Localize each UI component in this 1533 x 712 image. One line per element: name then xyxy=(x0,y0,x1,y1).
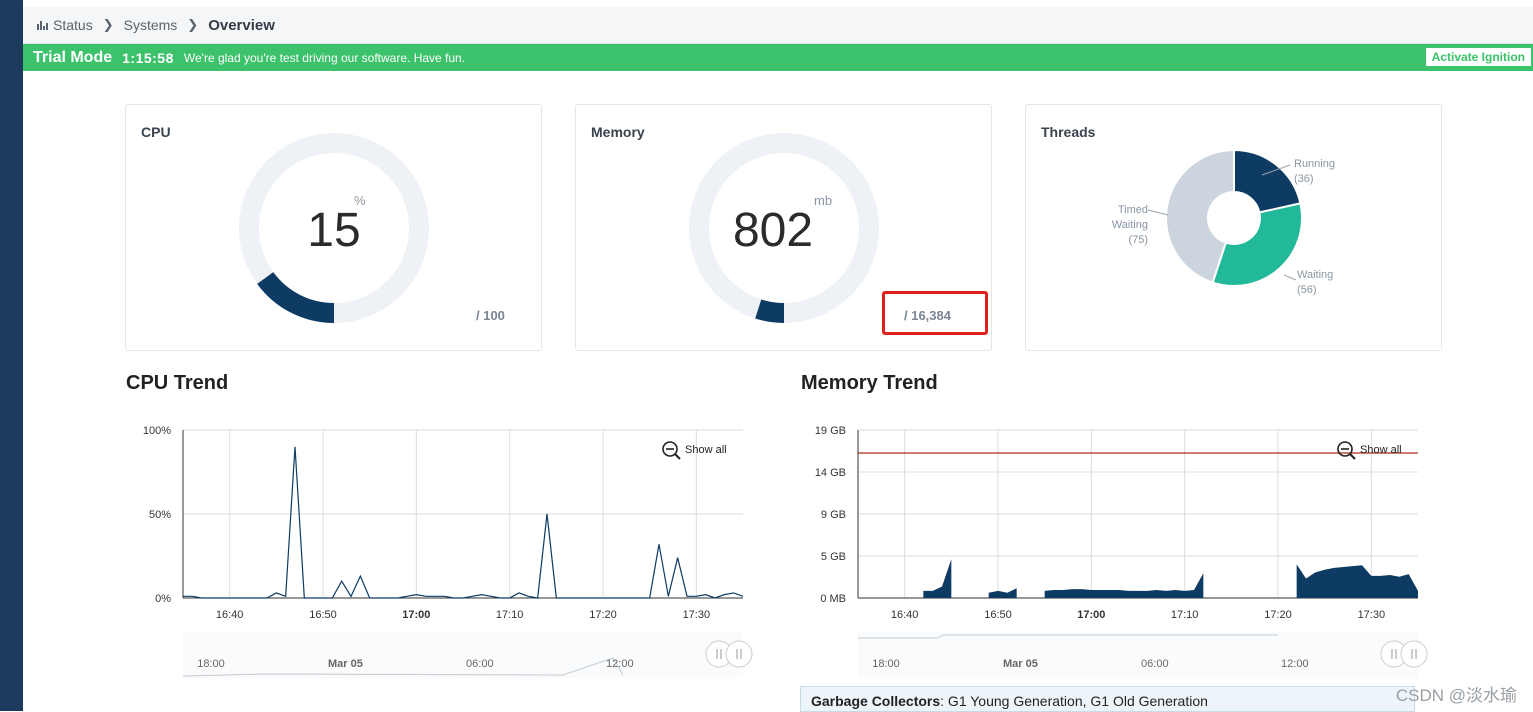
show-all-label: Show all xyxy=(685,444,727,456)
cpu-gauge-arc xyxy=(257,271,335,323)
memory-area-segment xyxy=(988,588,1017,598)
x-tick-label: 17:00 xyxy=(1077,609,1105,621)
x-tick-label: 16:50 xyxy=(984,609,1012,621)
threads-card: Threads Running (36) Waiting (56) Timed … xyxy=(1025,104,1442,351)
chevron-right-icon: ❯ xyxy=(187,17,199,32)
top-gap xyxy=(23,0,1533,7)
trial-message: We're glad you're test driving our softw… xyxy=(183,50,466,65)
memory-value: 802 xyxy=(732,204,814,257)
cpu-card: CPU 15 % / 100 xyxy=(125,104,542,351)
navigator-right-handle[interactable] xyxy=(725,640,753,668)
status-chart-icon xyxy=(37,20,48,30)
x-tick-label: 17:20 xyxy=(1264,609,1292,621)
memory-unit: mb xyxy=(814,193,833,208)
navigator-right-handle[interactable] xyxy=(1400,640,1428,668)
y-tick-label: 0% xyxy=(155,593,171,605)
y-tick-label: 5 GB xyxy=(821,551,846,563)
navigator-tick-label: 06:00 xyxy=(466,658,494,670)
threads-donut: Running (36) Waiting (56) Timed Waiting … xyxy=(1112,148,1335,296)
x-tick-label: 17:00 xyxy=(402,609,430,621)
memory-trend-title: Memory Trend xyxy=(801,372,938,394)
highlight-box xyxy=(882,291,988,335)
y-tick-label: 19 GB xyxy=(815,425,846,437)
navigator-tick-label: Mar 05 xyxy=(1003,658,1038,670)
gc-value: : G1 Young Generation, G1 Old Generation xyxy=(940,693,1208,709)
y-tick-label: 9 GB xyxy=(821,509,846,521)
chevron-right-icon: ❯ xyxy=(102,17,114,32)
cpu-value: 15 xyxy=(307,204,361,257)
gc-label: Garbage Collectors xyxy=(811,693,941,709)
x-tick-label: 17:10 xyxy=(496,609,524,621)
y-tick-label: 100% xyxy=(143,425,171,437)
pie-count-timed-waiting: (75) xyxy=(1128,234,1148,246)
cpu-max: / 100 xyxy=(476,308,505,323)
pie-slice-running xyxy=(1233,148,1302,214)
x-tick-label: 16:40 xyxy=(891,609,919,621)
memory-area-segment xyxy=(1044,573,1204,598)
navigator-tick-label: 12:00 xyxy=(1281,658,1309,670)
cpu-trend-title: CPU Trend xyxy=(126,372,229,394)
trial-mode-label: Trial Mode xyxy=(33,48,113,66)
breadcrumb-systems[interactable]: Systems xyxy=(124,17,178,33)
show-all-button[interactable]: Show all xyxy=(662,441,727,460)
x-tick-label: 16:40 xyxy=(216,609,244,621)
navigator-tick-label: 06:00 xyxy=(1141,658,1169,670)
navigator-tick-label: 12:00 xyxy=(606,658,634,670)
navigator-area xyxy=(858,632,1418,678)
memory-gauge-arc xyxy=(755,299,785,323)
breadcrumb: Status ❯ Systems ❯ Overview xyxy=(23,7,1533,44)
pie-label-running: Running xyxy=(1294,158,1335,170)
trial-timer: 1:15:58 xyxy=(122,49,174,66)
x-tick-label: 17:30 xyxy=(1358,609,1386,621)
pie-count-running: (36) xyxy=(1294,173,1314,185)
show-all-label: Show all xyxy=(1360,444,1402,456)
show-all-button[interactable]: Show all xyxy=(1337,441,1402,460)
navigator-tick-label: 18:00 xyxy=(872,658,900,670)
x-tick-label: 16:50 xyxy=(309,609,337,621)
watermark: CSDN @淡水瑜 xyxy=(1395,686,1517,705)
x-tick-label: 17:10 xyxy=(1171,609,1199,621)
navigator-area xyxy=(183,632,743,678)
pie-label-waiting: Waiting xyxy=(1297,269,1333,281)
y-tick-label: 0 MB xyxy=(820,593,846,605)
pie-label-waiting2: Waiting xyxy=(1112,219,1148,231)
y-tick-label: 50% xyxy=(149,509,171,521)
pie-count-waiting: (56) xyxy=(1297,284,1317,296)
activate-ignition-button[interactable]: Activate Ignition xyxy=(1425,48,1531,66)
memory-trend-chart[interactable]: 19 GB 14 GB 9 GB 5 GB 0 MB 16:40 16:50 17:00 17:… xyxy=(800,415,1440,685)
garbage-collectors-bar: Garbage Collectors: G1 Young Generation,… xyxy=(800,686,1415,712)
left-sidebar xyxy=(0,0,23,711)
cpu-trend-chart[interactable]: 100% 50% 0% 16:40 16:50 17:00 17:10 17:20 17:30 S… xyxy=(125,415,765,685)
trial-banner: Trial Mode 1:15:58 We're glad you're tes… xyxy=(23,44,1533,71)
y-tick-label: 14 GB xyxy=(815,467,846,479)
memory-area-segment xyxy=(1296,564,1418,598)
breadcrumb-overview: Overview xyxy=(208,16,275,34)
memory-area-segment xyxy=(923,559,952,598)
x-tick-label: 17:20 xyxy=(589,609,617,621)
navigator-tick-label: Mar 05 xyxy=(328,658,363,670)
navigator-tick-label: 18:00 xyxy=(197,658,225,670)
x-tick-label: 17:30 xyxy=(683,609,711,621)
cpu-line-series xyxy=(183,446,744,599)
breadcrumb-status[interactable]: Status xyxy=(53,17,93,33)
pie-label-timed: Timed xyxy=(1118,204,1148,216)
cpu-unit: % xyxy=(354,193,366,208)
